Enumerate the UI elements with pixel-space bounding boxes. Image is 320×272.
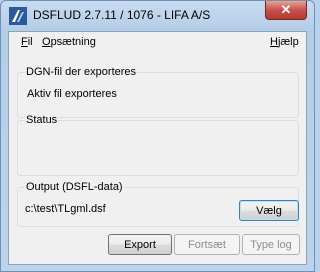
menu-help-mnemonic: H xyxy=(270,36,278,48)
client-area: Fil Opsætning Hjælp DGN-fil der exporter… xyxy=(8,31,307,265)
window-title: DSFLUD 2.7.11 / 1076 - LIFA A/S xyxy=(33,8,211,22)
continue-button[interactable]: Fortsæt xyxy=(174,234,240,255)
menu-help-label: jælp xyxy=(277,36,299,48)
close-icon: ✕ xyxy=(280,2,292,17)
status-group-label: Status xyxy=(25,114,59,126)
menu-help[interactable]: Hjælp xyxy=(270,36,299,48)
output-group: Output (DSFL-data) c:\test\TLgml.dsf Væl… xyxy=(17,181,299,227)
menu-file[interactable]: Fil xyxy=(21,36,33,48)
output-group-label: Output (DSFL-data) xyxy=(25,181,124,193)
title-bar[interactable]: DSFLUD 2.7.11 / 1076 - LIFA A/S ✕ xyxy=(1,1,314,31)
output-path: c:\test\TLgml.dsf xyxy=(25,203,106,215)
app-window: DSFLUD 2.7.11 / 1076 - LIFA A/S ✕ Fil Op… xyxy=(0,0,315,272)
dgn-file-value: Aktiv fil exporteres xyxy=(27,88,117,100)
menu-settings-label: psætning xyxy=(50,36,96,48)
menu-settings-mnemonic: O xyxy=(42,36,51,48)
menu-settings[interactable]: Opsætning xyxy=(42,36,96,48)
status-group: Status xyxy=(17,114,299,176)
menu-file-label: il xyxy=(27,36,33,48)
menu-bar: Fil Opsætning Hjælp xyxy=(9,32,306,52)
dgn-file-group-label: DGN-fil der exporteres xyxy=(25,66,138,78)
close-button[interactable]: ✕ xyxy=(265,1,307,20)
export-button[interactable]: Export xyxy=(108,234,172,255)
dgn-file-group: DGN-fil der exporteres Aktiv fil exporte… xyxy=(17,66,299,118)
lifa-app-icon xyxy=(9,7,27,25)
menu-file-mnemonic: F xyxy=(21,36,28,48)
choose-button[interactable]: Vælg xyxy=(239,200,299,221)
type-log-button[interactable]: Type log xyxy=(242,234,300,255)
